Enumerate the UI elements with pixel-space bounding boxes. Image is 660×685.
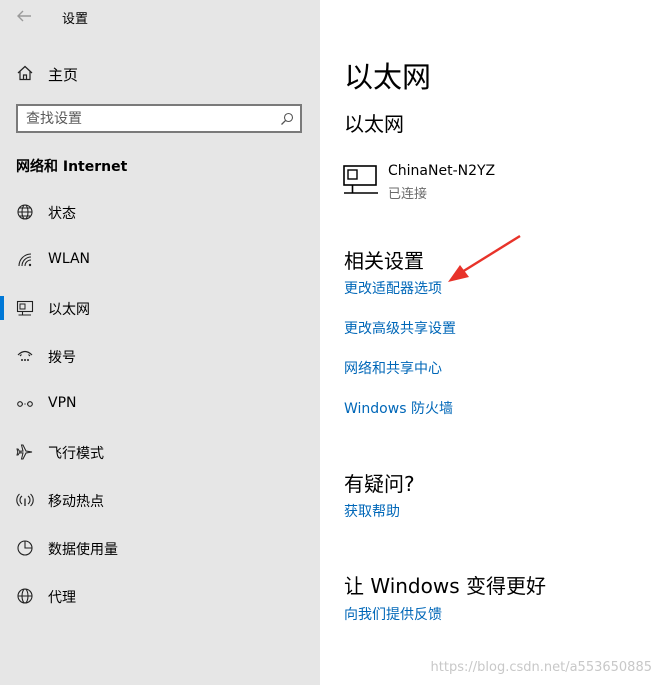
home-icon xyxy=(16,64,34,82)
home-label: 主页 xyxy=(48,66,79,84)
sidebar-item-wlan[interactable]: WLAN xyxy=(0,242,320,278)
network-status: 已连接 xyxy=(388,187,428,202)
sidebar-item-label: WLAN xyxy=(48,251,91,267)
sub-title: 以太网 xyxy=(344,112,404,136)
settings-window: 设置 主页 网络和 Internet 状态 WLAN xyxy=(0,0,660,685)
help-title: 有疑问? xyxy=(344,472,415,496)
sidebar-item-label: 飞行模式 xyxy=(48,446,104,462)
sidebar-item-status[interactable]: 状态 xyxy=(0,194,320,230)
sidebar-item-label: 代理 xyxy=(48,590,76,606)
annotation-arrow-icon xyxy=(448,234,521,282)
sidebar-item-ethernet[interactable]: 以太网 xyxy=(0,290,320,326)
watermark: https://blog.csdn.net/a553650885 xyxy=(430,660,652,675)
section-title: 网络和 Internet xyxy=(16,159,128,175)
sidebar-item-hotspot[interactable]: 移动热点 xyxy=(0,482,320,518)
sidebar-item-label: 以太网 xyxy=(48,302,90,318)
vpn-icon xyxy=(16,395,34,413)
wifi-icon xyxy=(16,251,34,269)
sidebar-item-airplane[interactable]: 飞行模式 xyxy=(0,434,320,470)
hotspot-icon xyxy=(16,491,34,509)
sidebar-item-dialup[interactable]: 拨号 xyxy=(0,338,320,374)
active-indicator xyxy=(0,296,4,320)
back-arrow-icon[interactable] xyxy=(12,4,36,28)
sidebar-item-label: 状态 xyxy=(48,206,76,222)
network-connection[interactable]: ChinaNet-N2YZ 已连接 xyxy=(342,162,642,206)
advanced-sharing-settings-link[interactable]: 更改高级共享设置 xyxy=(344,318,456,338)
ethernet-icon xyxy=(342,164,380,196)
main-content: 以太网 以太网 ChinaNet-N2YZ 已连接 相关设置 更改适配器选项 更… xyxy=(320,0,660,685)
network-sharing-center-link[interactable]: 网络和共享中心 xyxy=(344,358,442,378)
dialup-icon xyxy=(16,347,34,365)
sidebar-item-vpn[interactable]: VPN xyxy=(0,386,320,422)
home-nav-item[interactable]: 主页 xyxy=(0,56,320,90)
change-adapter-options-link[interactable]: 更改适配器选项 xyxy=(344,278,442,298)
page-title: 以太网 xyxy=(344,60,432,94)
sidebar-item-label: VPN xyxy=(48,395,77,411)
sidebar-item-proxy[interactable]: 代理 xyxy=(0,578,320,614)
sidebar-item-label: 拨号 xyxy=(48,350,76,366)
search-input[interactable] xyxy=(26,108,266,130)
search-icon[interactable] xyxy=(280,111,294,125)
windows-firewall-link[interactable]: Windows 防火墙 xyxy=(344,398,453,418)
data-usage-icon xyxy=(16,539,34,557)
globe-icon xyxy=(16,203,34,221)
search-box[interactable] xyxy=(16,104,302,133)
airplane-icon xyxy=(16,443,34,461)
network-name: ChinaNet-N2YZ xyxy=(388,163,496,179)
proxy-globe-icon xyxy=(16,587,34,605)
sidebar-item-label: 数据使用量 xyxy=(48,542,118,558)
feedback-title: 让 Windows 变得更好 xyxy=(344,574,546,598)
title-bar: 设置 xyxy=(0,0,320,34)
related-settings-title: 相关设置 xyxy=(344,249,424,273)
get-help-link[interactable]: 获取帮助 xyxy=(344,501,400,521)
give-feedback-link[interactable]: 向我们提供反馈 xyxy=(344,604,442,624)
sidebar-item-label: 移动热点 xyxy=(48,494,104,510)
ethernet-icon xyxy=(16,299,34,317)
app-title: 设置 xyxy=(62,12,89,27)
sidebar-item-data-usage[interactable]: 数据使用量 xyxy=(0,530,320,566)
sidebar: 设置 主页 网络和 Internet 状态 WLAN xyxy=(0,0,320,685)
